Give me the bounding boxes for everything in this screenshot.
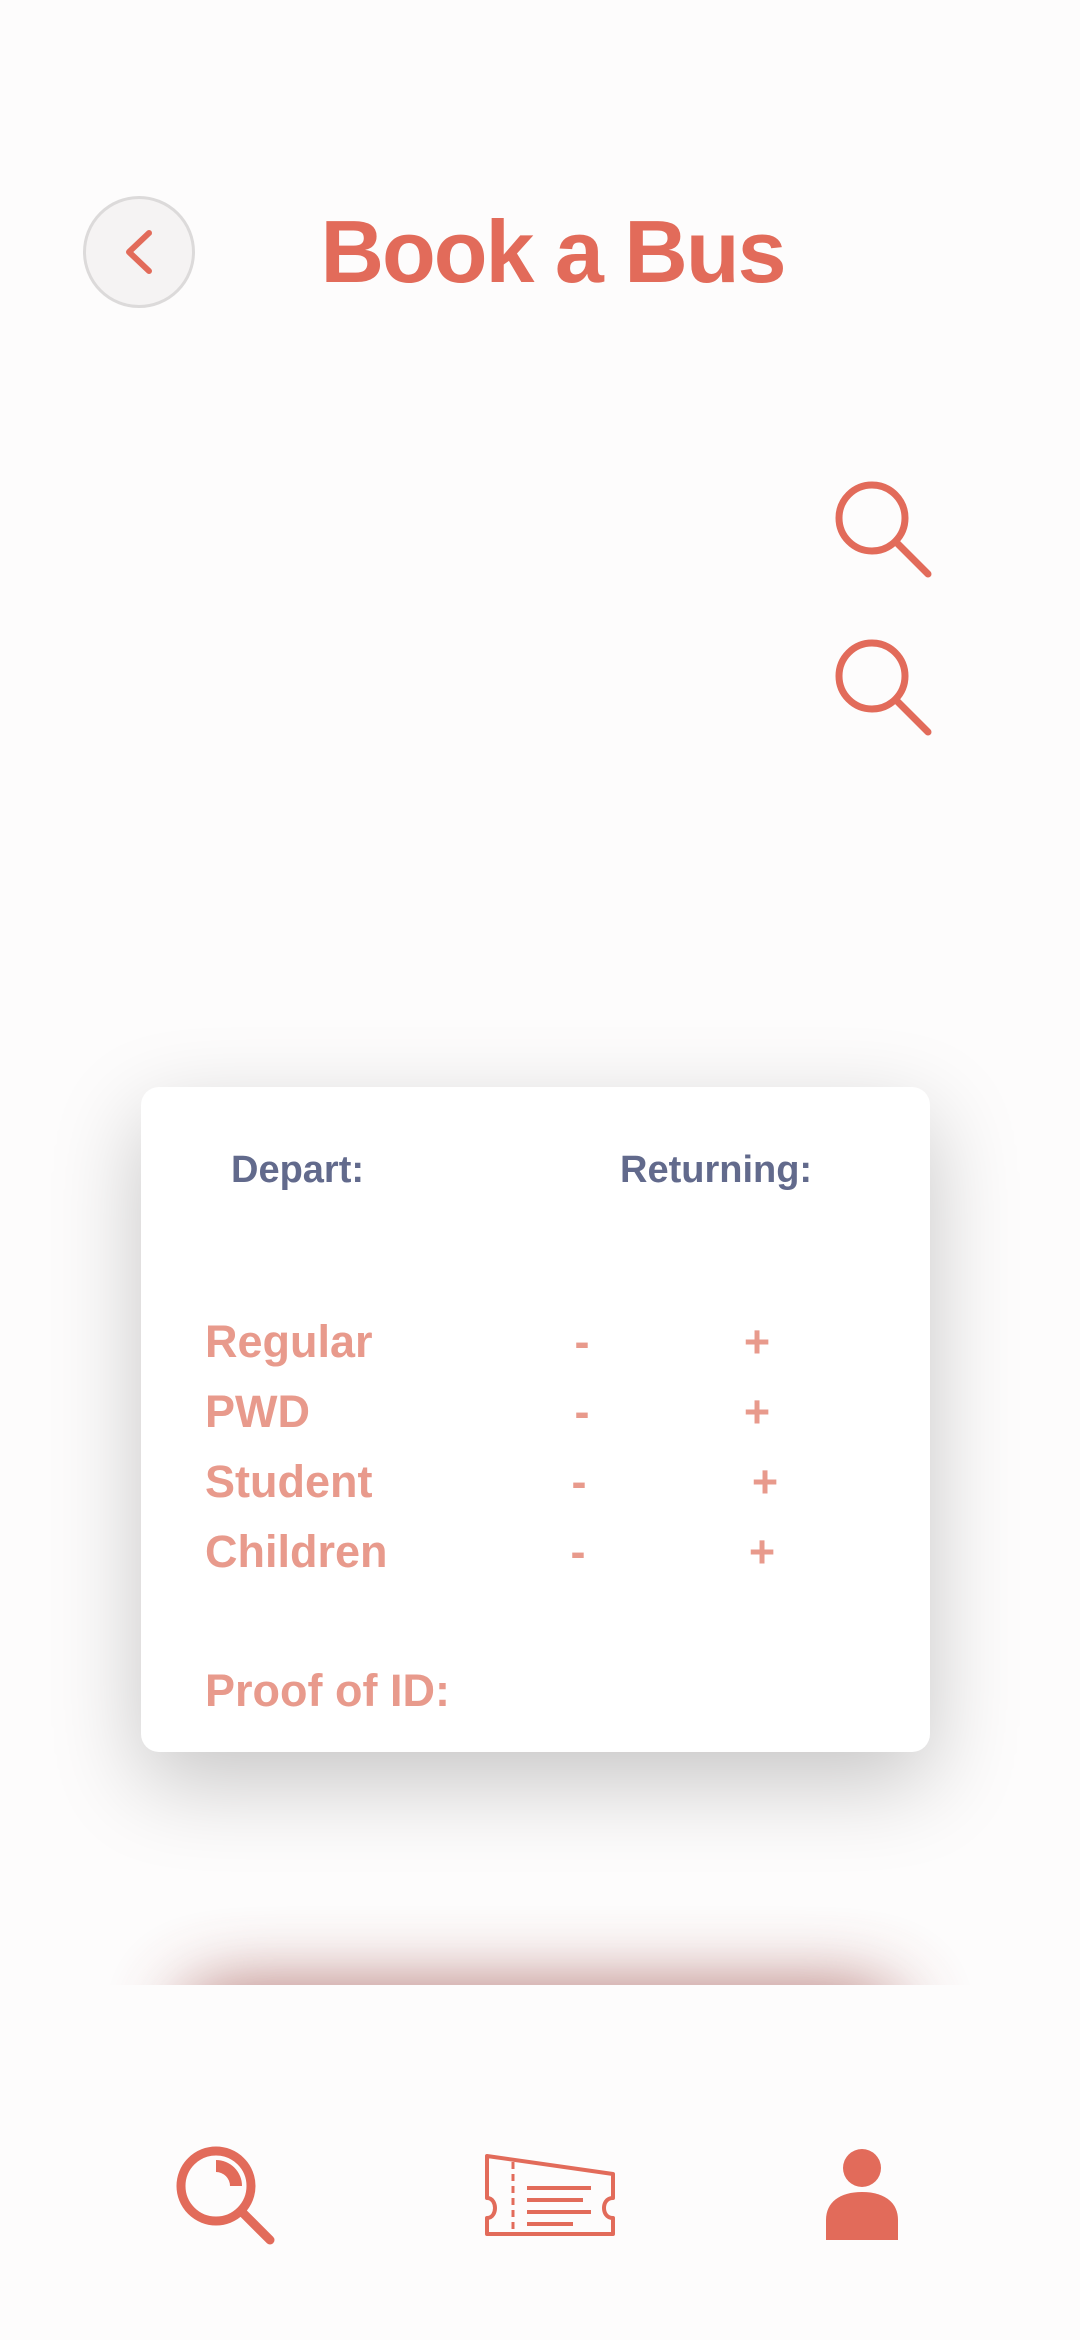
decrement-button[interactable]: -	[554, 1452, 604, 1512]
ticket-icon	[485, 2154, 615, 2236]
arrival-search-button[interactable]	[830, 634, 935, 739]
page-title: Book a Bus	[320, 202, 786, 301]
decrement-button[interactable]: -	[553, 1522, 603, 1582]
increment-button[interactable]: +	[740, 1452, 790, 1512]
departure-search-button[interactable]	[830, 476, 935, 581]
search-icon	[835, 639, 932, 736]
book-bus-screen: Book a Bus Depart: Returning: Regular - …	[0, 0, 1080, 2340]
increment-button[interactable]: +	[732, 1382, 782, 1442]
increment-button[interactable]: +	[737, 1522, 787, 1582]
booking-card: Depart: Returning: Regular - + PWD - + S…	[141, 1087, 930, 1752]
nav-profile[interactable]	[792, 2140, 932, 2250]
passenger-row-student: Student - +	[205, 1452, 905, 1512]
passenger-type-label: Regular	[205, 1316, 373, 1367]
passenger-row-pwd: PWD - +	[205, 1382, 905, 1442]
decrement-button[interactable]: -	[557, 1382, 607, 1442]
proof-of-id-label: Proof of ID:	[205, 1665, 450, 1716]
user-icon	[826, 2149, 898, 2240]
search-icon	[176, 2146, 275, 2245]
passenger-row-regular: Regular - +	[205, 1312, 905, 1372]
passenger-type-label: PWD	[205, 1386, 310, 1437]
returning-label: Returning:	[620, 1149, 813, 1191]
nav-search[interactable]	[155, 2140, 295, 2250]
decrement-button[interactable]: -	[557, 1312, 607, 1372]
passenger-type-label: Children	[205, 1526, 388, 1577]
search-icon	[835, 481, 932, 578]
depart-label: Depart:	[231, 1149, 365, 1191]
passenger-type-label: Student	[205, 1456, 373, 1507]
increment-button[interactable]: +	[732, 1312, 782, 1372]
nav-tickets[interactable]	[480, 2140, 620, 2250]
passenger-row-children: Children - +	[205, 1522, 905, 1582]
